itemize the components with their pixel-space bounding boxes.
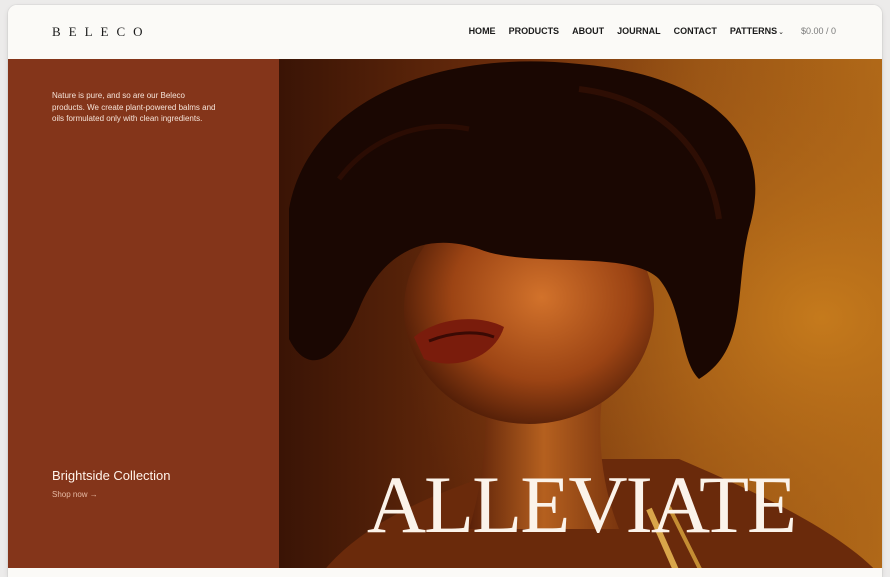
chevron-down-icon: ⌄ [778, 29, 784, 36]
hero-headline: ALLEVIATE [366, 459, 797, 550]
site-header: BELECO HOME PRODUCTS ABOUT JOURNAL CONTA… [8, 5, 882, 59]
browser-frame: BELECO HOME PRODUCTS ABOUT JOURNAL CONTA… [8, 5, 882, 577]
nav-products[interactable]: PRODUCTS [509, 26, 560, 36]
logo[interactable]: BELECO [52, 24, 151, 40]
hero-section: Nature is pure, and so are our Beleco pr… [8, 59, 882, 577]
nav-contact[interactable]: CONTACT [674, 26, 717, 36]
hero-intro-text: Nature is pure, and so are our Beleco pr… [52, 91, 216, 123]
cart-link[interactable]: $0.00 / 0 [801, 26, 836, 36]
nav-patterns[interactable]: PATTERNS⌄ [730, 26, 784, 36]
page-footer-strip [8, 568, 882, 577]
nav-journal[interactable]: JOURNAL [617, 26, 661, 36]
main-nav: HOME PRODUCTS ABOUT JOURNAL CONTACT PATT… [469, 26, 836, 36]
nav-home[interactable]: HOME [469, 26, 496, 36]
shop-now-link[interactable]: Shop now → [52, 490, 98, 499]
nav-patterns-label: PATTERNS [729, 26, 778, 36]
hero-text-panel: Nature is pure, and so are our Beleco pr… [8, 59, 279, 577]
nav-about[interactable]: ABOUT [572, 26, 604, 36]
collection-title: Brightside Collection [52, 468, 171, 483]
